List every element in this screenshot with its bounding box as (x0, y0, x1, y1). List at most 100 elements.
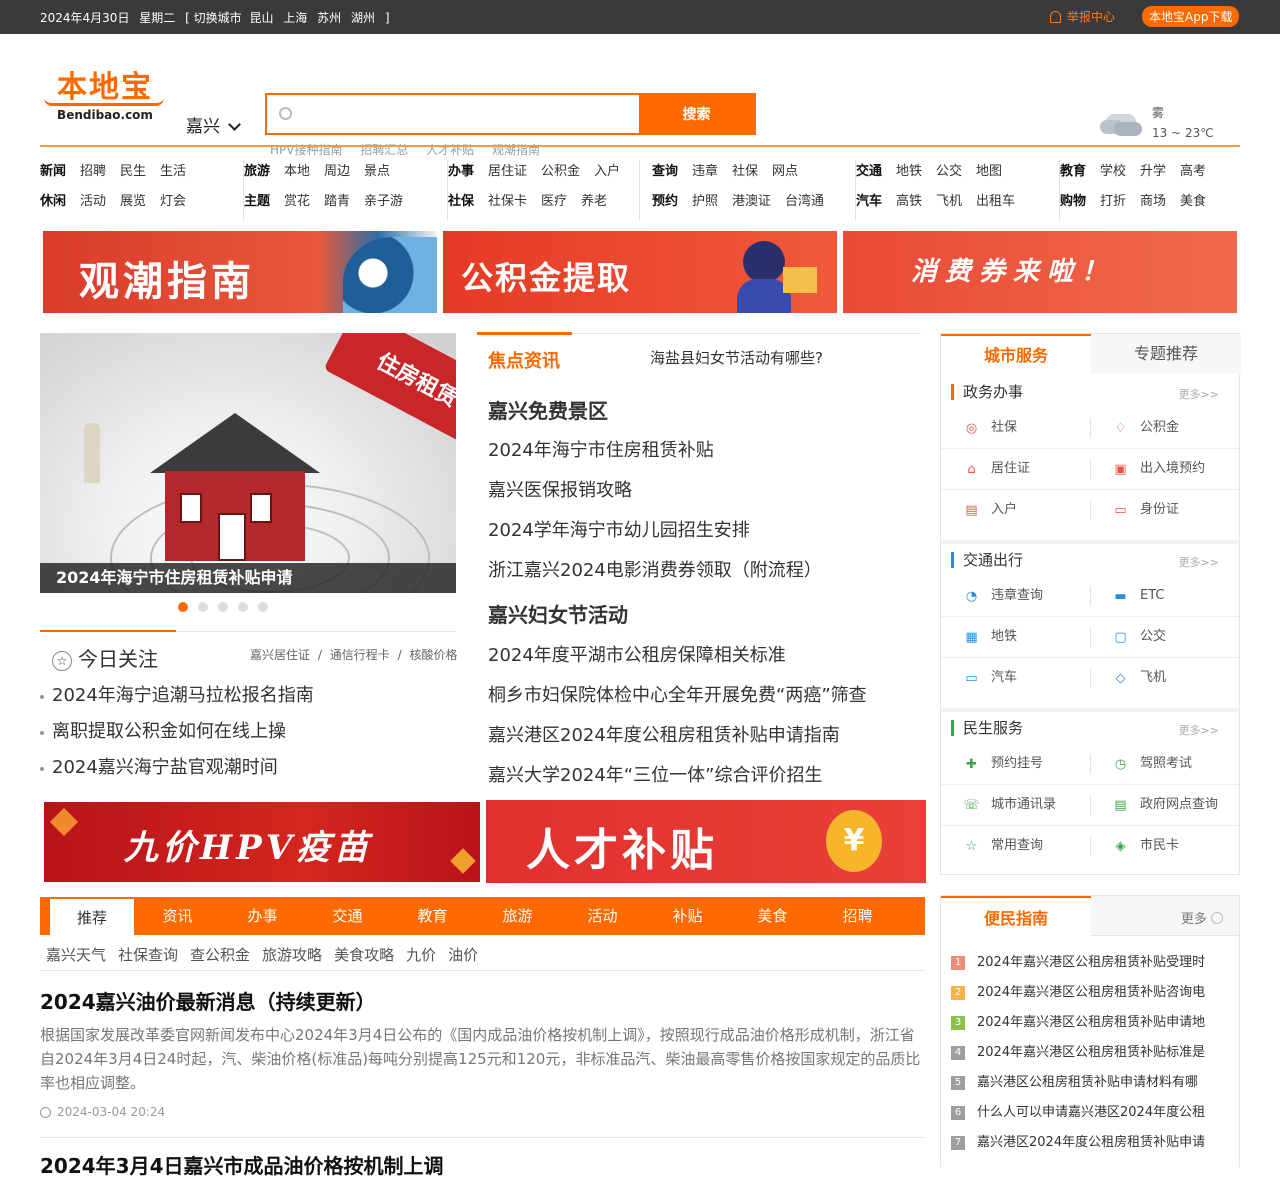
list-item[interactable]: 2 2024年嘉兴港区公租房租赁补贴咨询电 (951, 982, 1205, 1012)
service-link[interactable]: ▦ 地铁 (941, 617, 1090, 657)
slider-dot[interactable] (238, 602, 248, 612)
nav-link[interactable]: 学校 (1100, 164, 1126, 179)
nav-link[interactable]: 养老 (581, 194, 607, 209)
section-more-link[interactable]: 更多>> (1179, 554, 1219, 570)
content-tab[interactable]: 办事 (220, 897, 305, 935)
list-item[interactable]: 4 2024年嘉兴港区公租房租赁补贴标准是 (951, 1042, 1205, 1072)
content-tab[interactable]: 推荐 (50, 899, 134, 935)
nav-link[interactable]: 景点 (364, 164, 390, 179)
nav-link[interactable]: 公交 (936, 164, 962, 179)
focus-label[interactable]: 焦点资讯 (488, 347, 560, 373)
focus-item[interactable]: 2024年海宁市住房租赁补贴 (488, 436, 714, 462)
image-slider[interactable]: 住房租赁 2024年海宁市住房租赁补贴申请 (40, 333, 456, 593)
focus-headline[interactable]: 嘉兴妇女节活动 (488, 599, 628, 628)
list-item[interactable]: 7 嘉兴港区2024年度公租房租赁补贴申请 (951, 1132, 1205, 1162)
city-link-huzhou[interactable]: 湖州 (351, 11, 375, 25)
nav-link[interactable]: 打折 (1100, 194, 1126, 209)
nav-link[interactable]: 台湾通 (785, 194, 824, 209)
sub-link[interactable]: 旅游攻略 (262, 946, 322, 964)
city-link-shanghai[interactable]: 上海 (283, 11, 307, 25)
focus-item[interactable]: 嘉兴医保报销攻略 (488, 476, 632, 502)
nav-link[interactable]: 商场 (1140, 194, 1166, 209)
nav-link[interactable]: 医疗 (541, 194, 567, 209)
service-link[interactable]: ▭ 汽车 (941, 658, 1090, 698)
service-link[interactable]: ◔ 违章查询 (941, 576, 1090, 616)
service-link[interactable]: ✚ 预约挂号 (941, 744, 1090, 784)
search-button[interactable]: 搜索 (639, 95, 754, 133)
nav-link[interactable]: 居住证 (488, 164, 527, 179)
nav-link[interactable]: 地铁 (896, 164, 922, 179)
nav-link[interactable]: 网点 (772, 164, 798, 179)
service-link[interactable]: ▤ 政府网点查询 (1090, 785, 1239, 825)
focus-item[interactable]: 嘉兴大学2024年“三位一体”综合评价招生 (488, 761, 822, 787)
article-title[interactable]: 2024年3月4日嘉兴市成品油价格按机制上调 (40, 1150, 444, 1179)
service-link[interactable]: ◇ 飞机 (1090, 658, 1239, 698)
banner-housing-fund[interactable]: 公积金提取 (443, 231, 837, 313)
nav-link[interactable]: 招聘 (80, 164, 106, 179)
nav-link[interactable]: 出租车 (976, 194, 1015, 209)
section-more-link[interactable]: 更多>> (1179, 386, 1219, 402)
city-selector[interactable]: 嘉兴 (186, 112, 241, 137)
slider-dot[interactable] (178, 602, 188, 612)
site-logo[interactable]: 本地宝 Bendibao.com (40, 62, 170, 124)
tab-topics[interactable]: 专题推荐 (1091, 334, 1241, 374)
list-item[interactable]: 离职提取公积金如何在线上操 (40, 719, 314, 755)
list-item[interactable]: 3 2024年嘉兴港区公租房租赁补贴申请地 (951, 1012, 1205, 1042)
content-tab[interactable]: 旅游 (475, 897, 560, 935)
nav-link[interactable]: 高考 (1180, 164, 1206, 179)
banner-hpv-vaccine[interactable]: 九价HPV疫苗 (44, 802, 480, 882)
nav-link[interactable]: 查询 (652, 164, 678, 179)
nav-link[interactable]: 新闻 (40, 164, 66, 179)
banner-talent-subsidy[interactable]: 人才补贴 ¥ (486, 800, 926, 883)
nav-link[interactable]: 交通 (856, 164, 882, 179)
nav-link[interactable]: 灯会 (160, 194, 186, 209)
nav-link[interactable]: 社保卡 (488, 194, 527, 209)
nav-link[interactable]: 公积金 (541, 164, 580, 179)
content-tab[interactable]: 美食 (730, 897, 815, 935)
nav-link[interactable]: 周边 (324, 164, 350, 179)
service-link[interactable]: ▬ ETC (1090, 576, 1239, 616)
sub-link[interactable]: 嘉兴天气 (46, 946, 106, 964)
nav-link[interactable]: 社保 (448, 194, 474, 209)
slider-dot[interactable] (258, 602, 268, 612)
nav-link[interactable]: 预约 (652, 194, 678, 209)
service-link[interactable]: ▣ 出入境预约 (1090, 449, 1239, 489)
content-tab[interactable]: 教育 (390, 897, 475, 935)
content-tab[interactable]: 资讯 (135, 897, 220, 935)
nav-link[interactable]: 护照 (692, 194, 718, 209)
banner-coupons[interactable]: 消费券来啦！ (843, 231, 1237, 313)
search-input[interactable] (301, 95, 631, 133)
nav-link[interactable]: 展览 (120, 194, 146, 209)
guide-more-link[interactable]: 更多 (1181, 908, 1223, 927)
nav-link[interactable]: 亲子游 (364, 194, 403, 209)
list-item[interactable]: 6 什么人可以申请嘉兴港区2024年度公租 (951, 1102, 1205, 1132)
service-link[interactable]: ▤ 入户 (941, 490, 1090, 530)
switch-city-link[interactable]: [ 切换城市 (185, 11, 242, 25)
sub-link[interactable]: 社保查询 (118, 946, 178, 964)
section-more-link[interactable]: 更多>> (1179, 722, 1219, 738)
slider-dot[interactable] (198, 602, 208, 612)
today-tag[interactable]: 通信行程卡 (330, 648, 390, 662)
city-link-suzhou[interactable]: 苏州 (317, 11, 341, 25)
service-link[interactable]: ▭ 身份证 (1090, 490, 1239, 530)
nav-link[interactable]: 高铁 (896, 194, 922, 209)
service-link[interactable]: ▢ 公交 (1090, 617, 1239, 657)
report-center-link[interactable]: 举报中心 (1050, 8, 1115, 25)
today-tag[interactable]: 嘉兴居住证 (250, 648, 310, 662)
service-link[interactable]: ◷ 驾照考试 (1090, 744, 1239, 784)
banner-tide-guide[interactable]: 观潮指南 (43, 231, 437, 313)
nav-link[interactable]: 地图 (976, 164, 1002, 179)
tab-city-services[interactable]: 城市服务 (941, 334, 1091, 374)
service-link[interactable]: ◈ 市民卡 (1090, 826, 1239, 866)
nav-link[interactable]: 港澳证 (732, 194, 771, 209)
nav-link[interactable]: 教育 (1060, 164, 1086, 179)
nav-link[interactable]: 赏花 (284, 194, 310, 209)
content-tab[interactable]: 补贴 (645, 897, 730, 935)
sub-link[interactable]: 九价 (406, 946, 436, 964)
article-title[interactable]: 2024嘉兴油价最新消息（持续更新） (40, 986, 925, 1015)
today-tag[interactable]: 核酸价格 (409, 648, 457, 662)
list-item[interactable]: 2024嘉兴海宁盐官观潮时间 (40, 755, 314, 791)
focus-question[interactable]: 海盐县妇女节活动有哪些? (650, 347, 823, 368)
nav-link[interactable]: 民生 (120, 164, 146, 179)
focus-item[interactable]: 嘉兴港区2024年度公租房租赁补贴申请指南 (488, 721, 840, 747)
